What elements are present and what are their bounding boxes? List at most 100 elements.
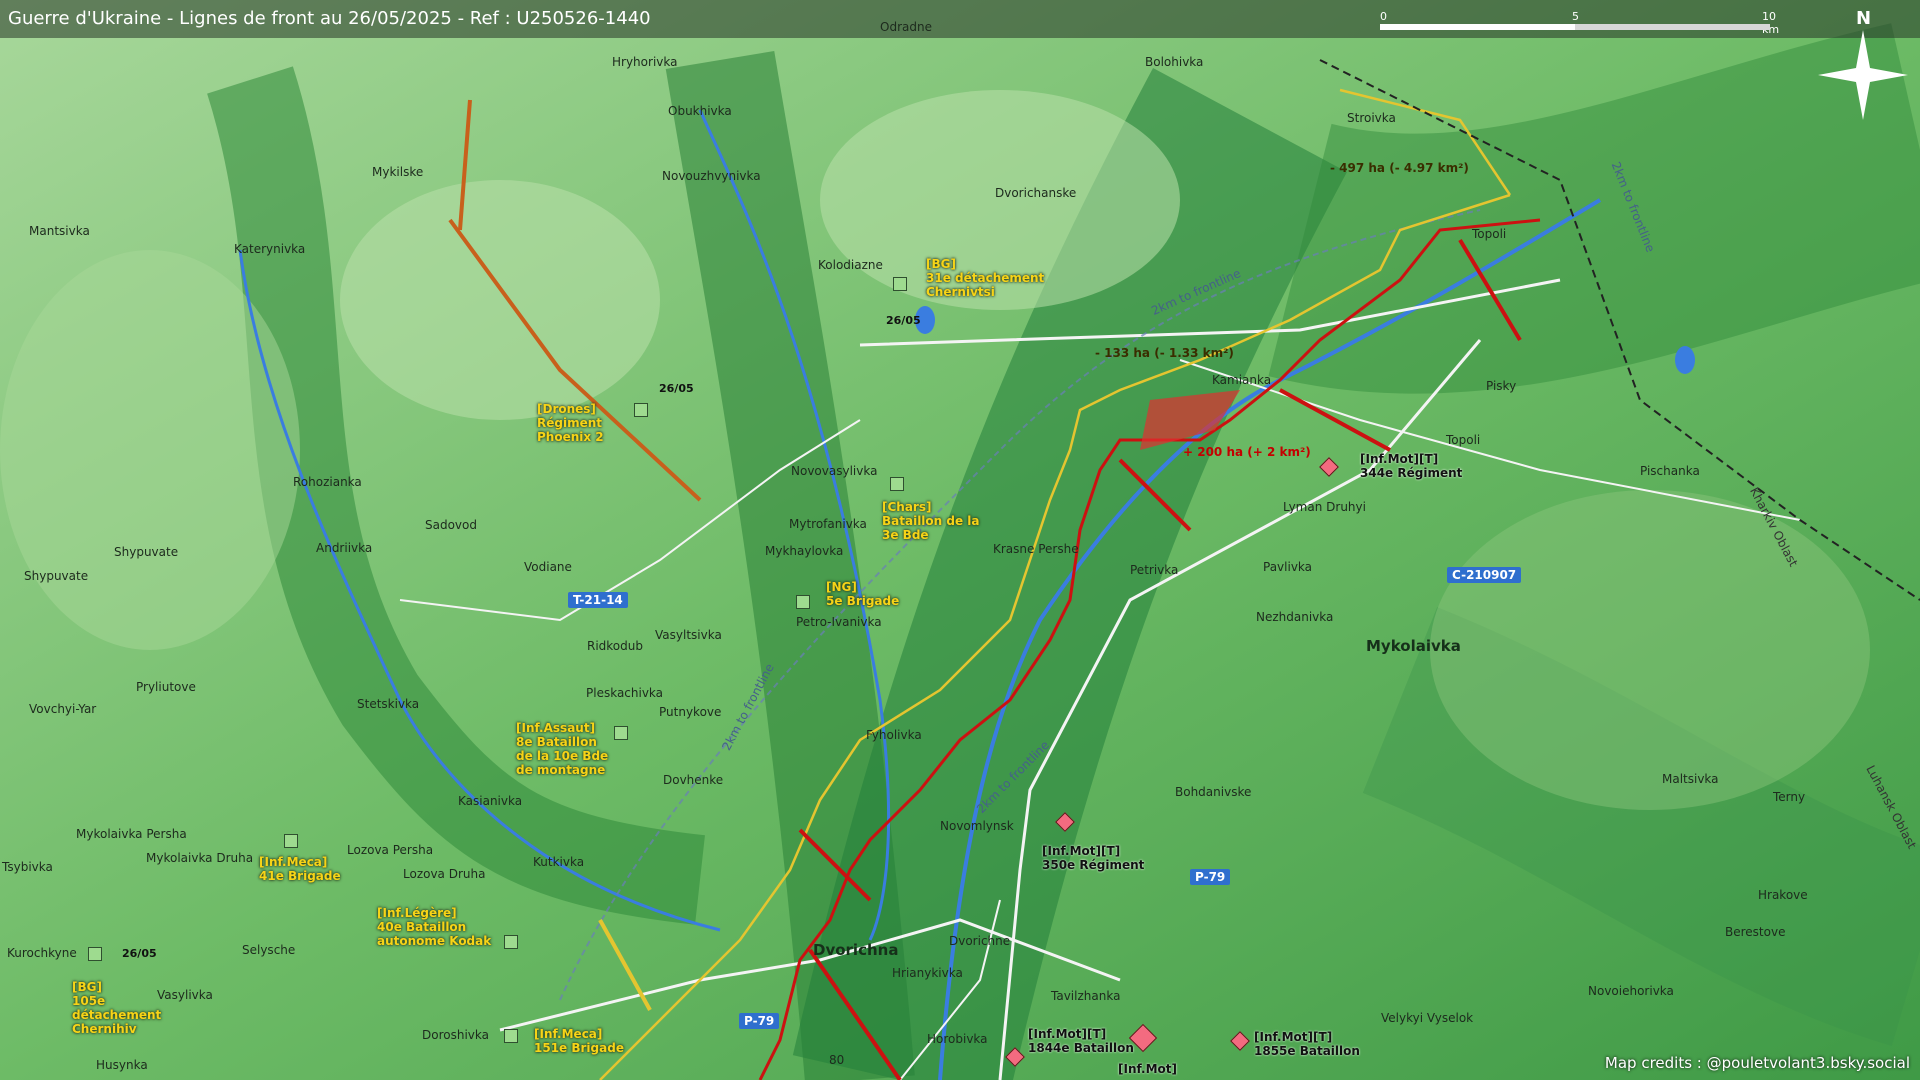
place-label: Mytrofanivka — [789, 517, 867, 531]
place-label: Mantsivka — [29, 224, 90, 238]
place-label: Shypuvate — [24, 569, 89, 583]
unit-symbol — [614, 726, 628, 740]
place-label: Tsybivka — [2, 860, 53, 874]
place-label: Hrakove — [1758, 888, 1808, 902]
place-label: Maltsivka — [1662, 772, 1719, 786]
place-label: Vodiane — [524, 560, 572, 574]
place-label: Berestove — [1725, 925, 1786, 939]
place-label: Stetskivka — [357, 697, 420, 711]
place-label: Mykolaivka — [1366, 637, 1461, 655]
place-label: Fyholivka — [866, 728, 922, 742]
place-label: Lyman Druhyi — [1283, 500, 1366, 514]
place-label: Mykolaivka Persha — [76, 827, 187, 841]
unit-label: [Inf.Mot] — [1118, 1062, 1178, 1076]
place-label: Bolohivka — [1145, 55, 1204, 69]
unit-label: [BG] 31e détachement Chernivtsi — [926, 257, 1045, 299]
place-label: Velykyi Vyselok — [1381, 1011, 1474, 1025]
place-label: Kolodiazne — [818, 258, 883, 272]
place-label: Topoli — [1446, 433, 1481, 447]
unit-label: [Inf.Légère] 40e Bataillon autonome Kodak — [377, 906, 492, 948]
unit-symbol — [893, 277, 907, 291]
place-label: Dvorichanske — [995, 186, 1077, 200]
unit-symbol — [796, 595, 810, 609]
place-label: Mykhaylovka — [765, 544, 844, 558]
date-marker: 26/05 — [122, 947, 157, 960]
place-label: Putnykove — [659, 705, 722, 719]
road-badge: T-21-14 — [568, 592, 628, 608]
place-label: Mykilske — [372, 165, 424, 179]
place-label: Kasianivka — [458, 794, 523, 808]
place-label: Novoiehorivka — [1588, 984, 1674, 998]
road-badge: C-210907 — [1447, 567, 1522, 583]
place-label: Tavilzhanka — [1051, 989, 1121, 1003]
place-label: Obukhivka — [668, 104, 732, 118]
place-label: Mykolaivka Druha — [146, 851, 254, 865]
date-marker: 26/05 — [659, 382, 694, 395]
place-label: Dvorichna — [813, 941, 899, 959]
place-label: Dovhenke — [663, 773, 724, 787]
road-number: 80 — [829, 1053, 845, 1067]
place-label: Rohozianka — [293, 475, 362, 489]
scale-tick: 0 — [1380, 10, 1387, 23]
place-label: Andriivka — [316, 541, 373, 555]
north-label: N — [1856, 8, 1872, 29]
place-label: Vovchyi-Yar — [29, 702, 97, 716]
place-label: Kamianka — [1212, 373, 1272, 387]
place-label: Kurochkyne — [7, 946, 77, 960]
map-credits: Map credits : @pouletvolant3.bsky.social — [1604, 1054, 1910, 1072]
road-badge: P-79 — [739, 1013, 780, 1029]
unit-symbol — [504, 935, 518, 949]
unit-symbol — [504, 1029, 518, 1043]
place-label: Sadovod — [425, 518, 477, 532]
place-label: Shypuvate — [114, 545, 179, 559]
scale-bar: 0 5 10 km — [1380, 10, 1779, 36]
place-label: Husynka — [96, 1058, 148, 1072]
place-label: Bohdanivske — [1175, 785, 1252, 799]
unit-symbol — [88, 947, 102, 961]
scale-tick: 10 km — [1762, 10, 1780, 36]
place-label: Ridkodub — [587, 639, 643, 653]
place-label: Selysche — [242, 943, 296, 957]
unit-label: [BG] 105e détachement Chernihiv — [72, 980, 162, 1036]
place-label: Novomlynsk — [940, 819, 1014, 833]
place-label: Lozova Druha — [403, 867, 486, 881]
place-label: Odradne — [880, 20, 932, 34]
place-label: Novovasylivka — [791, 464, 878, 478]
place-label: Vasylivka — [157, 988, 213, 1002]
unit-symbol — [284, 834, 298, 848]
place-label: Doroshivka — [422, 1028, 489, 1042]
place-label: Kutkivka — [533, 855, 585, 869]
date-marker: 26/05 — [886, 314, 921, 327]
place-label: Pleskachivka — [586, 686, 664, 700]
unit-symbol — [634, 403, 648, 417]
road-badge: P-79 — [1190, 869, 1231, 885]
place-label: Krasne Pershe — [993, 542, 1079, 556]
place-label: Vasyltsivka — [655, 628, 722, 642]
place-label: Petro-Ivanivka — [796, 615, 882, 629]
place-label: Nezhdanivka — [1256, 610, 1334, 624]
compass-rose: N — [1818, 8, 1908, 120]
place-label: Stroivka — [1347, 111, 1396, 125]
place-label: Pryliutove — [136, 680, 196, 694]
place-label: Katerynivka — [234, 242, 306, 256]
unit-label: [NG] 5e Brigade — [826, 580, 900, 608]
place-label: Pisky — [1486, 379, 1517, 393]
place-label: Terny — [1773, 790, 1806, 804]
unit-label: [Inf.Mot][T] 1855e Bataillon — [1254, 1030, 1360, 1058]
place-label: Hrianykivka — [892, 966, 963, 980]
unit-label: [Inf.Mot][T] 1844e Bataillon — [1028, 1027, 1134, 1055]
unit-symbol — [890, 477, 904, 491]
map-title: Guerre d'Ukraine - Lignes de front au 26… — [8, 8, 651, 29]
place-label: Topoli — [1472, 227, 1507, 241]
place-label: Petrivka — [1130, 563, 1179, 577]
unit-label: [Inf.Assaut] 8e Bataillon de la 10e Bde de … — [516, 721, 609, 777]
place-label: Pischanka — [1640, 464, 1700, 478]
unit-label: [Inf.Mot][T] 344e Régiment — [1360, 452, 1463, 480]
place-label: Lozova Persha — [347, 843, 434, 857]
area-change-label: - 497 ha (- 4.97 km²) — [1330, 161, 1469, 175]
area-change-label: - 133 ha (- 1.33 km²) — [1095, 346, 1234, 360]
place-label: Dvorichne — [949, 934, 1011, 948]
place-label: Novouzhvynivka — [662, 169, 761, 183]
unit-label: [Inf.Meca] 41e Brigade — [259, 855, 341, 883]
unit-label: [Drones] Régiment Phoenix 2 — [537, 402, 604, 444]
